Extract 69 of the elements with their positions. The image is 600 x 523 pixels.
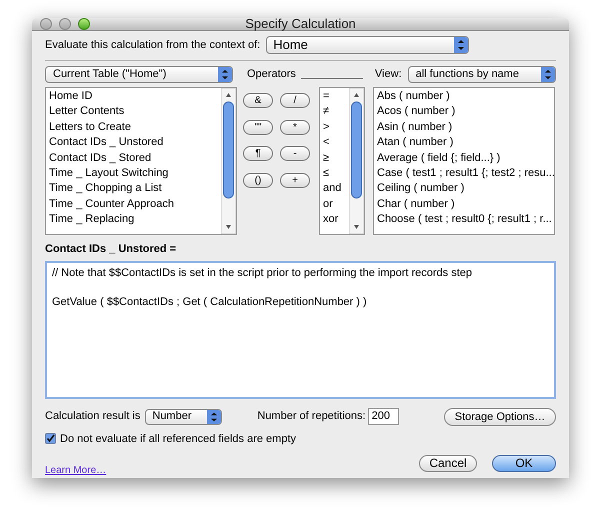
context-popup[interactable]: Home — [266, 36, 470, 54]
function-item[interactable]: Case ( test1 ; result1 {; test2 ; resu... — [377, 166, 554, 182]
operator-item[interactable]: or — [323, 196, 349, 212]
checkbox-label: Do not evaluate if all referenced fields are empty — [60, 432, 296, 446]
ok-button[interactable]: OK — [492, 455, 556, 472]
function-item[interactable]: Acos ( number ) — [377, 104, 554, 120]
function-item[interactable]: Choose ( test ; result0 {; result1 ; r... — [377, 212, 554, 228]
operator-button[interactable]: "" — [243, 120, 273, 134]
zoom-icon[interactable] — [78, 18, 90, 30]
stepper-icon — [207, 410, 222, 424]
field-item[interactable]: Time _ Counter Approach — [49, 196, 221, 212]
view-label: View: — [374, 66, 402, 82]
operator-item[interactable]: ≤ — [323, 166, 349, 182]
operator-button[interactable]: / — [280, 93, 310, 108]
field-item[interactable]: Home ID — [49, 89, 221, 104]
field-item[interactable]: Letters to Create — [49, 120, 221, 136]
operator-button[interactable]: + — [280, 172, 310, 188]
cancel-button[interactable]: Cancel — [419, 455, 477, 472]
function-item[interactable]: Atan ( number ) — [377, 135, 554, 151]
function-item[interactable]: Abs ( number ) — [377, 89, 554, 104]
repetitions-label: Number of repetitions: — [257, 409, 366, 424]
stepper-icon — [454, 37, 468, 53]
minimize-icon[interactable] — [59, 18, 71, 30]
popup-value: Number — [152, 409, 192, 424]
window-title: Specify Calculation — [245, 15, 356, 34]
operator-button[interactable]: * — [280, 120, 310, 134]
formula-label: Contact IDs _ Unstored = — [45, 242, 178, 257]
field-item[interactable]: Time _ Replacing — [49, 212, 221, 228]
function-item[interactable]: Char ( number ) — [377, 196, 554, 212]
operator-button[interactable]: & — [243, 93, 273, 108]
field-item[interactable]: Time _ Layout Switching — [49, 166, 221, 182]
scrollbar[interactable] — [349, 88, 364, 234]
function-item[interactable]: Ceiling ( number ) — [377, 181, 554, 197]
result-label: Calculation result is — [45, 409, 140, 424]
result-popup[interactable]: Number — [145, 408, 222, 424]
operator-item[interactable]: > — [323, 120, 349, 136]
operator-item[interactable]: xor — [323, 212, 349, 228]
repetitions-field[interactable]: 200 — [368, 408, 399, 425]
field-item[interactable]: Letter Contents — [49, 104, 221, 120]
operator-item[interactable]: ≥ — [323, 150, 349, 166]
operator-item[interactable]: = — [323, 89, 349, 104]
formula-line: // Note that $$ContactIDs is set in the script prior to performing the import records step — [52, 266, 474, 280]
learn-more-link[interactable]: Learn More… — [45, 463, 106, 478]
close-icon[interactable] — [40, 18, 52, 30]
popup-value: Home — [273, 36, 308, 54]
formula-line: GetValue ( $$ContactIDs ; Get ( CalculationRepetitionNumber ) ) — [52, 295, 368, 310]
stepper-icon — [540, 66, 555, 82]
function-item[interactable]: Average ( field {; field...} ) — [377, 150, 554, 166]
operator-button[interactable]: () — [243, 172, 273, 188]
popup-value: Current Table ("Home") — [53, 66, 166, 82]
operator-button[interactable]: - — [280, 146, 310, 161]
stepper-icon — [218, 66, 232, 82]
formula-editor[interactable]: // Note that $$ContactIDs is set in the script prior to performing the import records step GetValue ( $$ContactIDs ; Get ( CalculationRepetitionNumber ) ) — [45, 260, 556, 398]
view-popup[interactable]: all functions by name — [408, 66, 556, 82]
popup-value: all functions by name — [416, 66, 519, 82]
field-item[interactable]: Contact IDs _ Stored — [49, 150, 221, 166]
storage-options-button[interactable]: Storage Options… — [444, 408, 556, 426]
field-item[interactable]: Time _ Chopping a List — [49, 181, 221, 197]
function-item[interactable]: Asin ( number ) — [377, 120, 554, 136]
operator-button[interactable]: ¶ — [243, 146, 273, 161]
operator-item[interactable]: ≠ — [323, 104, 349, 120]
context-label: Evaluate this calculation from the context of: — [45, 38, 260, 53]
operator-item[interactable]: < — [323, 135, 349, 151]
table-popup[interactable]: Current Table ("Home") — [45, 66, 233, 82]
operators-label: Operators — [247, 66, 296, 82]
operator-item[interactable]: and — [323, 181, 349, 197]
checkbox[interactable] — [45, 433, 56, 444]
field-item[interactable]: Contact IDs _ Unstored — [49, 135, 221, 151]
scrollbar[interactable] — [221, 88, 236, 234]
